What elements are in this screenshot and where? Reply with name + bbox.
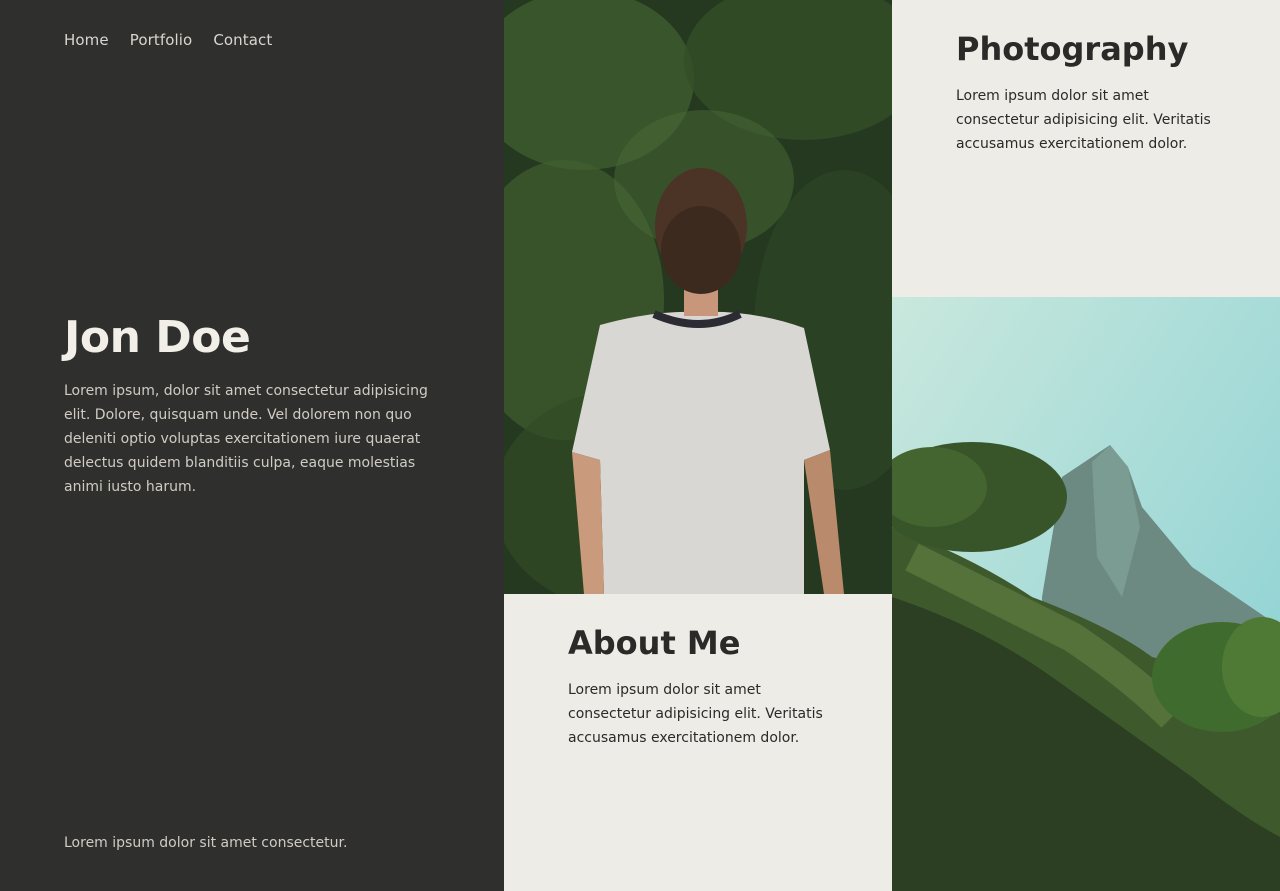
photography-title: Photography	[956, 30, 1189, 68]
photography-card: Photography Lorem ipsum dolor sit amet c…	[892, 0, 1280, 297]
right-column: Photography Lorem ipsum dolor sit amet c…	[892, 0, 1280, 891]
main-nav: Home Portfolio Contact	[64, 31, 272, 49]
middle-column: About Me Lorem ipsum dolor sit amet cons…	[504, 0, 892, 891]
mountain-photo	[892, 297, 1280, 891]
portrait-photo	[504, 0, 892, 594]
nav-contact-link[interactable]: Contact	[213, 31, 272, 49]
intro-panel: Home Portfolio Contact Jon Doe Lorem ips…	[0, 0, 504, 891]
photography-text: Lorem ipsum dolor sit amet consectetur a…	[956, 88, 1211, 152]
hero-text: Lorem ipsum, dolor sit amet consectetur …	[64, 383, 428, 495]
hero-title: Jon Doe	[64, 312, 251, 363]
about-text: Lorem ipsum dolor sit amet consectetur a…	[568, 682, 823, 746]
about-card: About Me Lorem ipsum dolor sit amet cons…	[504, 594, 892, 891]
about-title: About Me	[568, 624, 741, 662]
nav-home-link[interactable]: Home	[64, 31, 109, 49]
footer-text: Lorem ipsum dolor sit amet consectetur.	[64, 835, 348, 851]
nav-portfolio-link[interactable]: Portfolio	[130, 31, 193, 49]
